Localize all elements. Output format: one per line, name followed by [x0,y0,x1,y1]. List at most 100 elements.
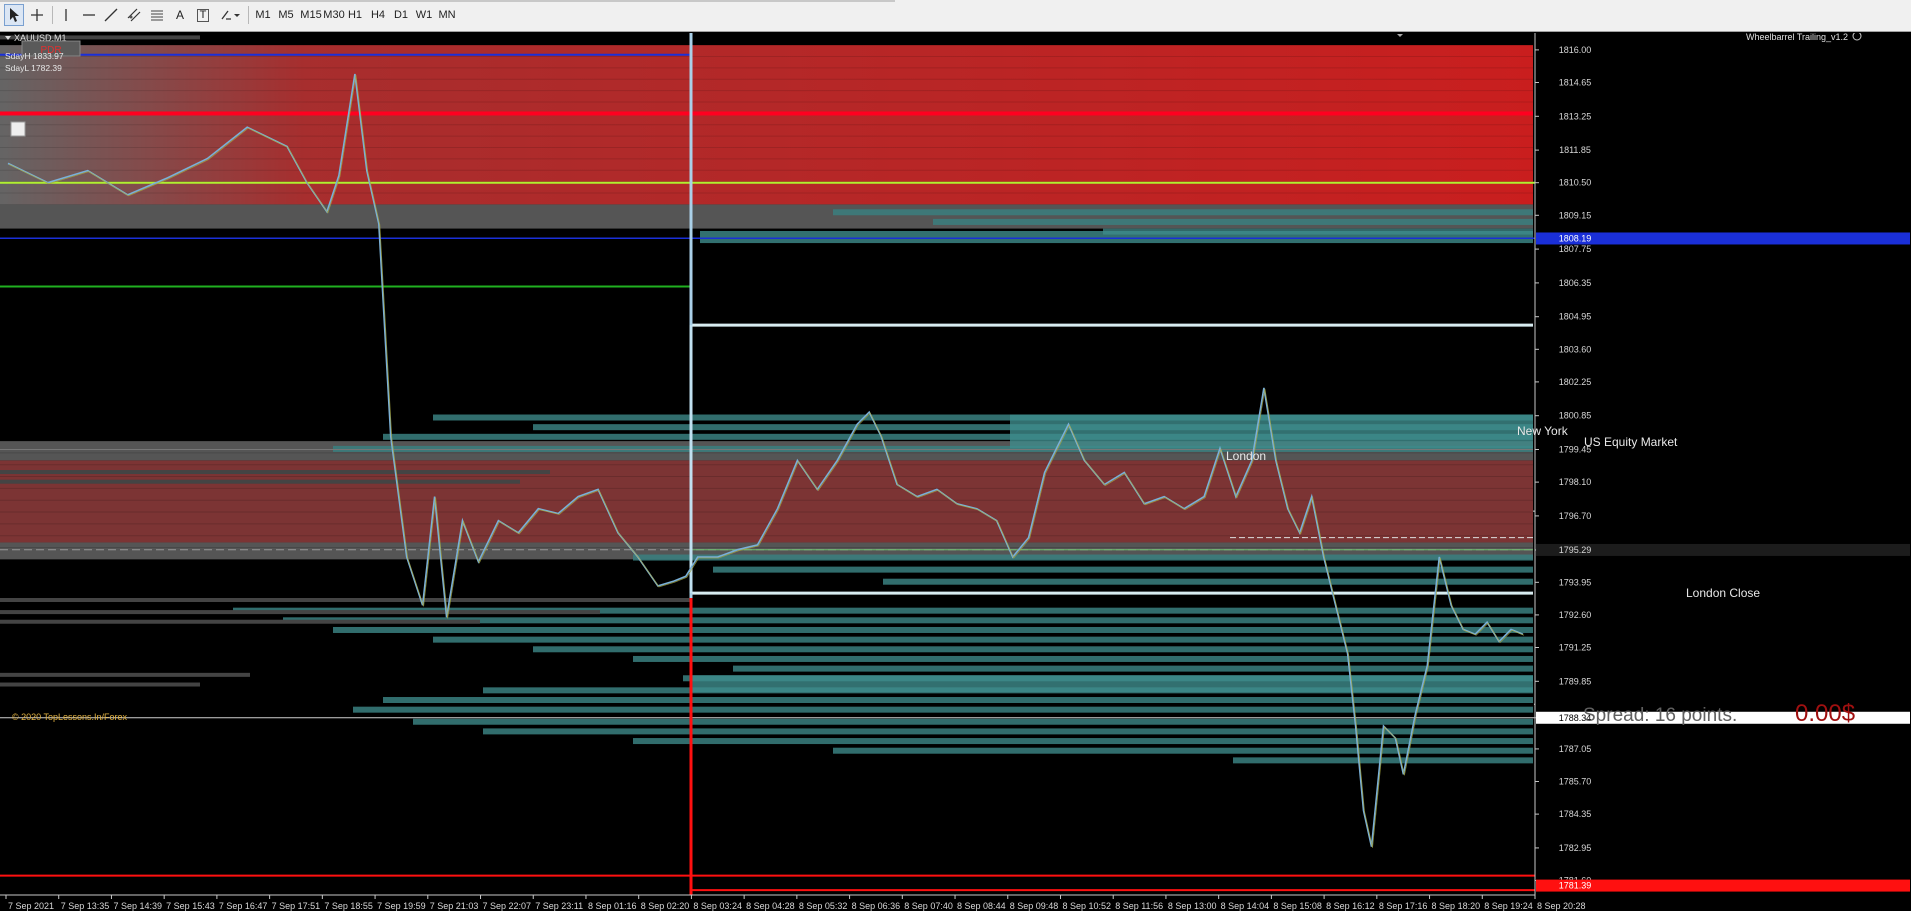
volume-profile-bar [933,218,1533,225]
spread-text: Spread: 16 points. [1583,705,1737,726]
indicator-name: Wheelbarrel Trailing_v1.2 [1746,33,1848,42]
price-tick-label: 1785.70 [1559,777,1592,787]
crosshair-icon [31,9,43,21]
price-tick-label: 1813.25 [1559,111,1592,121]
time-tick-label: 8 Sep 19:24 [1484,901,1533,911]
time-tick-label: 8 Sep 05:32 [799,901,848,911]
timeframe-button-w1[interactable]: W1 [413,4,435,26]
text-label-icon: T [196,8,210,22]
text-tool-button[interactable]: A [170,4,190,26]
current-price-tag-bg [1536,543,1910,556]
timeframe-button-h4[interactable]: H4 [367,4,389,26]
supply-zone-fade [0,204,1533,229]
chart-scroll-marker [10,121,26,137]
trendline-icon [104,8,118,22]
crosshair-tool-button[interactable] [27,4,47,26]
time-tick-label: 7 Sep 13:35 [61,901,110,911]
time-tick-label: 8 Sep 08:44 [957,901,1006,911]
time-tick-label: 7 Sep 23:11 [535,901,583,911]
prev-day-profile-bar [0,682,200,687]
chart-shift-marker [1397,34,1403,37]
timeframe-button-m5[interactable]: M5 [275,4,297,26]
price-tick-label: 1814.65 [1559,77,1592,87]
arrow-cursor-icon [10,8,19,22]
price-tick-label: 1810.50 [1559,178,1592,188]
shapes-dropdown-button[interactable] [217,4,243,26]
timeframe-button-h1[interactable]: H1 [344,4,366,26]
prev-day-profile-bar [0,619,480,624]
time-tick-label: 7 Sep 14:39 [113,901,162,911]
time-tick-label: 8 Sep 20:28 [1537,901,1586,911]
sday-low-label: SdayL 1782.39 [5,63,62,73]
blue-price-tag-bg [1536,232,1910,245]
session-label-us-equity: US Equity Market [1584,435,1678,449]
volume-profile-bar [713,566,1533,573]
session-label-london: London [1226,449,1266,463]
fibonacci-tool-button[interactable] [147,4,167,26]
price-tick-label: 1807.75 [1559,244,1592,254]
time-tick-label: 8 Sep 02:20 [641,901,690,911]
volume-profile-bar [733,665,1533,672]
horizontal-line-tool-button[interactable] [79,4,99,26]
fibonacci-icon [151,10,163,21]
time-tick-label: 8 Sep 09:48 [1010,901,1059,911]
shapes-dropdown-icon [221,10,240,20]
price-tick-label: 1816.00 [1559,45,1592,55]
price-tick-label: 1811.85 [1559,145,1591,155]
volume-profile-bar [833,747,1533,754]
price-tick-label: 1806.35 [1559,278,1592,288]
volume-profile-bar [483,728,1533,735]
time-tick-label: 8 Sep 06:36 [852,901,901,911]
timeframe-button-mn[interactable]: MN [436,4,458,26]
time-tick-label: 8 Sep 11:56 [1115,901,1163,911]
prev-day-profile-bar [0,470,550,475]
prev-day-profile-bar [0,672,250,677]
time-tick-label: 8 Sep 17:16 [1379,901,1428,911]
price-tick-label: 1800.85 [1559,411,1592,421]
price-chart[interactable]: 1816.00 1814.65 1813.25 1811.85 1810.50 1809.… [0,33,1911,911]
prev-day-profile-bar [0,598,690,603]
timeframe-button-d1[interactable]: D1 [390,4,412,26]
time-tick-label: 7 Sep 17:51 [272,901,321,911]
time-tick-label: 8 Sep 13:00 [1168,901,1217,911]
price-tick-label: 1803.60 [1559,344,1592,354]
time-tick-label: 8 Sep 10:52 [1062,901,1111,911]
volume-profile-bar [633,655,1533,662]
timeframe-button-m1[interactable]: M1 [252,4,274,26]
time-tick-label: 7 Sep 2021 [8,901,54,911]
time-tick-label: 7 Sep 15:43 [166,901,215,911]
chart-toolbar: A T M1 M5 M15 M30 H1 H4 D1 W1 MN [0,0,1911,32]
vertical-line-tool-button[interactable] [56,4,76,26]
session-volume-block [700,230,1533,244]
price-tick-label: 1793.95 [1559,577,1592,587]
channel-tool-button[interactable] [124,4,144,26]
time-tick-label: 7 Sep 22:07 [483,901,532,911]
price-tick-label: 1802.25 [1559,377,1592,387]
volume-profile-bar [383,697,1533,704]
volume-profile-bar [833,209,1533,216]
volume-profile-bar [883,578,1533,585]
vertical-line-icon [65,9,67,21]
volume-profile-bar [533,646,1533,653]
text-label-tool-button[interactable]: T [193,4,213,26]
price-tick-label: 1804.95 [1559,312,1592,322]
time-tick-label: 8 Sep 07:40 [904,901,953,911]
session-label-new-york: New York [1517,424,1569,438]
time-tick-label: 8 Sep 15:08 [1273,901,1322,911]
cursor-tool-button[interactable] [4,4,24,26]
price-tick-label: 1796.70 [1559,511,1592,521]
price-tick-label: 1787.05 [1559,744,1592,754]
trendline-tool-button[interactable] [101,4,121,26]
time-tick-label: 8 Sep 04:28 [746,901,795,911]
time-tick-label: 7 Sep 16:47 [219,901,268,911]
time-tick-label: 8 Sep 16:12 [1326,901,1375,911]
prev-day-profile-bar [0,610,600,615]
price-tick-label: 1784.35 [1559,809,1592,819]
price-tick-label: 1798.10 [1559,477,1592,487]
time-tick-label: 7 Sep 19:59 [377,901,426,911]
volume-profile-bar [633,554,1533,561]
session-label-london-close: London Close [1686,586,1760,600]
price-tick-label: 1791.25 [1559,643,1592,653]
volume-profile-bar [333,626,1533,633]
volume-profile-bar [1233,757,1533,764]
